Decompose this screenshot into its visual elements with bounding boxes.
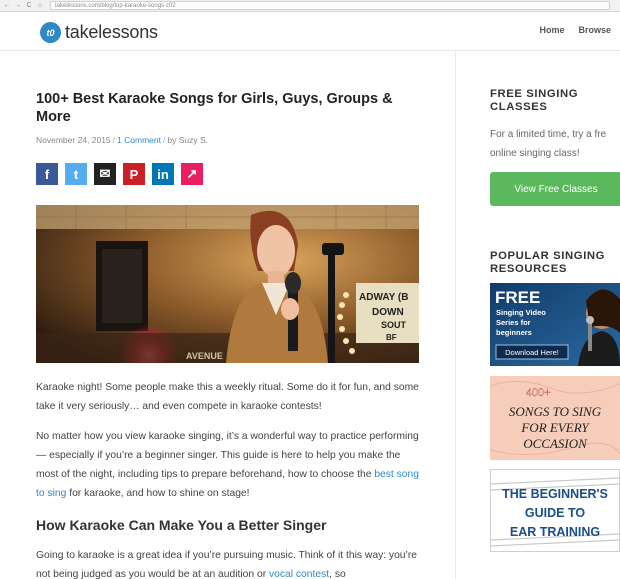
pinterest-share-icon[interactable]: P	[123, 163, 145, 185]
top-navigation: Home Browse	[539, 25, 611, 35]
svg-text:beginners: beginners	[496, 328, 532, 337]
songs-count: 400+	[526, 385, 551, 399]
vocal-contest-link[interactable]: vocal contest	[269, 569, 329, 579]
svg-text:THE BEGINNER'S: THE BEGINNER'S	[502, 487, 608, 501]
share-bar: f t ✉ Pin ↗	[36, 163, 203, 185]
view-free-classes-button[interactable]: View Free Classes	[490, 172, 620, 206]
article-author: by Suzy S.	[167, 135, 208, 145]
third-paragraph: Going to karaoke is a great idea if you’…	[36, 550, 417, 579]
linkedin-share-icon[interactable]: in	[152, 163, 174, 185]
resource-ear-training-guide[interactable]: THE BEGINNER'S GUIDE TO EAR TRAINING	[490, 469, 620, 552]
logo-text: takelessons	[65, 22, 158, 42]
article-title: 100+ Best Karaoke Songs for Girls, Guys,…	[36, 91, 393, 125]
sign-text-2: DOWN	[372, 307, 404, 318]
article-meta: November 24, 2015/1 Comment / by Suzy S.	[36, 135, 208, 145]
sign-text-avenue: AVENUE	[186, 351, 223, 361]
article-hero-image: ADWAY (B DOWN SOUT BF AVENUE	[36, 205, 419, 363]
article-date: November 24, 2015	[36, 135, 111, 145]
svg-text:SONGS TO SING: SONGS TO SING	[509, 404, 602, 419]
reload-icon[interactable]: C	[25, 1, 33, 11]
sidebar-divider	[455, 51, 456, 579]
share-share-icon[interactable]: ↗	[181, 163, 203, 185]
free-video-series-banner: FREE Singing Video Series for beginners …	[490, 283, 620, 366]
browser-nav: ← → C ⌂	[0, 1, 44, 11]
forward-icon[interactable]: →	[14, 1, 22, 11]
twitter-share-icon[interactable]: t	[65, 163, 87, 185]
back-icon[interactable]: ←	[3, 1, 11, 11]
ear-training-banner: THE BEGINNER'S GUIDE TO EAR TRAINING	[491, 470, 619, 551]
section-heading: How Karaoke Can Make You a Better Singer	[36, 517, 327, 533]
karaoke-singer-photo: ADWAY (B DOWN SOUT BF AVENUE	[36, 205, 419, 363]
resource-400-songs[interactable]: 400+ SONGS TO SING FOR EVERY OCCASION	[490, 376, 620, 460]
songs-to-sing-banner: 400+ SONGS TO SING FOR EVERY OCCASION	[490, 376, 620, 460]
svg-text:GUIDE TO: GUIDE TO	[525, 506, 585, 520]
resource-free-video-series[interactable]: FREE Singing Video Series for beginners …	[490, 283, 620, 366]
comments-link[interactable]: 1 Comment	[117, 135, 161, 145]
facebook-share-icon[interactable]: f	[36, 163, 58, 185]
free-text: FREE	[495, 288, 540, 307]
download-here-button[interactable]: Download Here!	[505, 348, 559, 357]
nav-home-link[interactable]: Home	[539, 25, 564, 35]
sign-text-4: BF	[386, 333, 397, 342]
svg-text:Singing Video: Singing Video	[496, 308, 546, 317]
svg-text:FOR EVERY: FOR EVERY	[520, 420, 590, 435]
browser-toolbar: ← → C ⌂ takelessons.com/blog/top-karaoke…	[0, 0, 620, 12]
address-bar[interactable]: takelessons.com/blog/top-karaoke-songs-z…	[50, 1, 610, 10]
second-paragraph: No matter how you view karaoke singing, …	[36, 431, 419, 499]
svg-text:OCCASION: OCCASION	[523, 436, 588, 451]
free-classes-heading: FREE SINGING CLASSES	[490, 88, 579, 113]
sign-text-3: SOUT	[381, 320, 407, 330]
nav-browse-link[interactable]: Browse	[578, 25, 611, 35]
site-logo[interactable]: t0 takelessons	[40, 22, 158, 43]
intro-paragraph: Karaoke night! Some people make this a w…	[36, 382, 419, 412]
sign-text-1: ADWAY (B	[359, 292, 408, 303]
popular-resources-heading: POPULAR SINGING RESOURCES	[490, 250, 606, 275]
site-header: t0 takelessons Home Browse	[0, 12, 620, 51]
svg-text:Series for: Series for	[496, 318, 531, 327]
free-classes-text: For a limited time, try a fre online sin…	[490, 129, 607, 159]
logo-mark-icon: t0	[40, 22, 61, 43]
svg-text:EAR TRAINING: EAR TRAINING	[510, 525, 600, 539]
email-share-icon[interactable]: ✉	[94, 163, 116, 185]
home-icon[interactable]: ⌂	[36, 1, 44, 11]
